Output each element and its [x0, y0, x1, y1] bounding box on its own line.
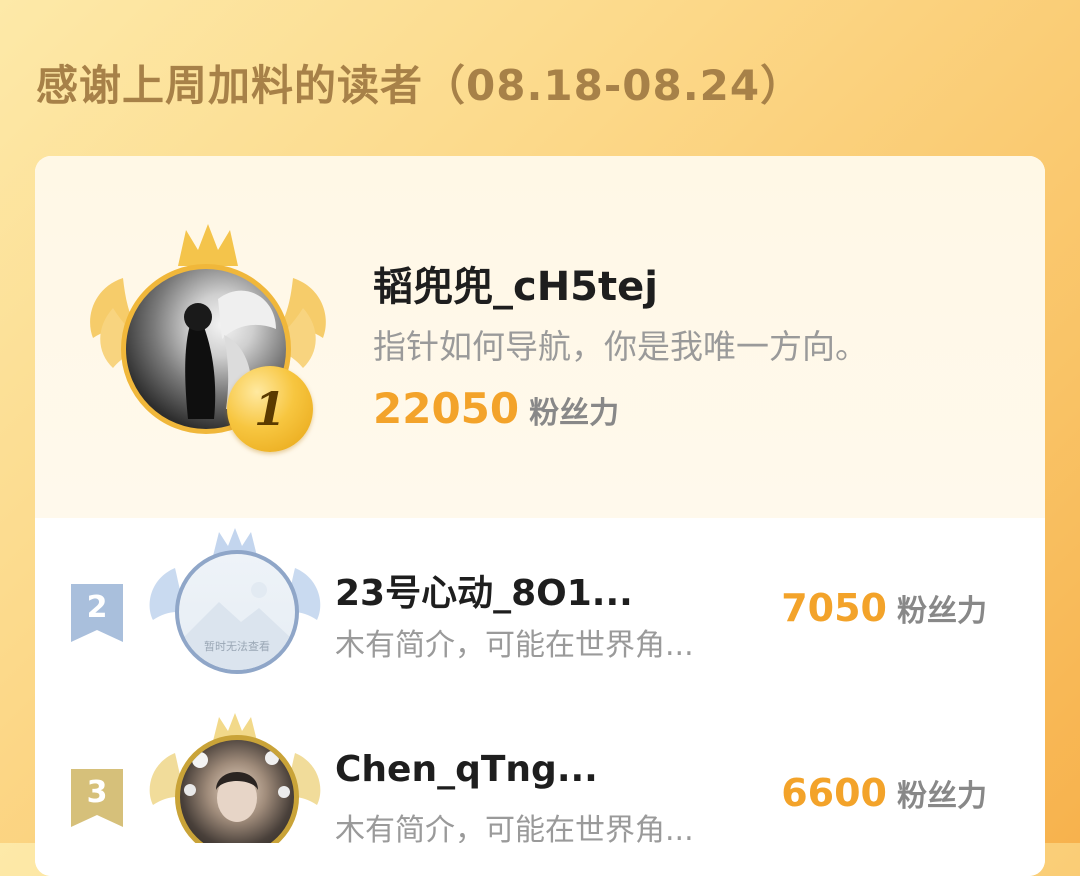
- list-item[interactable]: 3 Chen_qTng... 木有简介，可能在世界角... 6600 粉丝力: [35, 713, 1045, 843]
- score-value: 6600: [781, 771, 887, 815]
- score-value: 7050: [781, 586, 887, 630]
- score-unit: 粉丝力: [897, 594, 987, 629]
- rank-number: 3: [86, 775, 108, 810]
- row-score: 7050 粉丝力: [781, 586, 987, 630]
- avatar-second-place[interactable]: 暂时无法查看: [175, 550, 299, 674]
- ranking-rows: 2 暂时无法查看 23号心动_8O1... 木有简介，可能在世界角... 705…: [35, 156, 1045, 843]
- row-bio: 木有简介，可能在世界角...: [335, 813, 694, 843]
- row-bio: 木有简介，可能在世界角...: [335, 628, 694, 663]
- row-name[interactable]: Chen_qTng...: [335, 749, 598, 790]
- score-unit: 粉丝力: [897, 779, 987, 814]
- page-title: 感谢上周加料的读者（08.18-08.24）: [36, 61, 804, 110]
- row-score: 6600 粉丝力: [781, 771, 987, 815]
- row-name[interactable]: 23号心动_8O1...: [335, 564, 633, 616]
- rank-number: 2: [86, 590, 108, 625]
- avatar-image: [184, 751, 290, 822]
- avatar-placeholder-text: 暂时无法查看: [204, 640, 270, 653]
- list-item[interactable]: 2 暂时无法查看 23号心动_8O1... 木有简介，可能在世界角... 705…: [35, 528, 1045, 708]
